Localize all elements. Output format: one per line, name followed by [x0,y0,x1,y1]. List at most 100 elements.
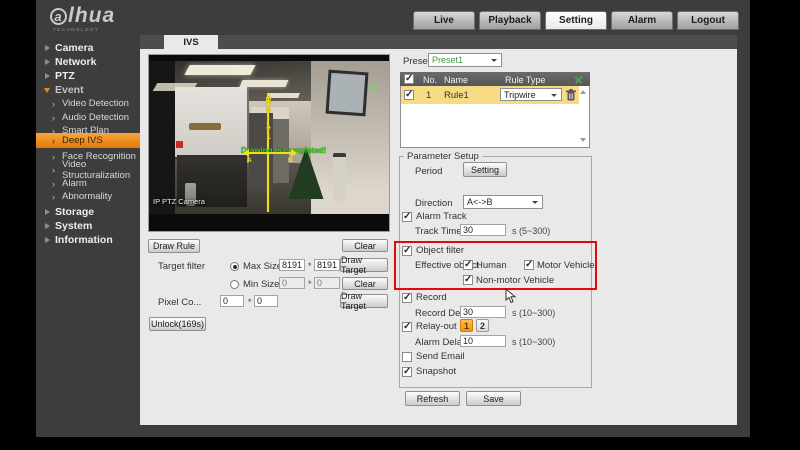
min-size-label: Min Size [243,279,280,290]
rule-name-cell: Rule1 [444,90,469,101]
sidebar-item-video-structuralization[interactable]: › Video Structuralization [36,159,140,181]
direction-label: Direction [415,198,453,209]
direction-a-label: A [247,157,252,164]
relay-out-checkbox[interactable] [402,321,412,332]
column-rule-type: Rule Type [505,75,546,85]
relay-channel-2-button[interactable]: 2 [476,319,489,332]
tripwire-rule-name: Rule1 [264,96,273,141]
sidebar-item-event[interactable]: Event [36,83,140,96]
rule-type-select[interactable]: Tripwire [500,88,562,101]
arrow-right-icon [291,149,297,157]
scroll-up-icon[interactable] [580,90,586,94]
clear-rule-button[interactable]: Clear [342,239,388,252]
max-size-label: Max Size [243,261,283,272]
record-checkbox[interactable] [402,292,412,303]
min-height-input[interactable] [314,277,340,289]
times-separator: * [308,279,312,289]
red-marker [176,141,183,148]
dahua-logo-text: a lhua [50,4,115,28]
arrow-left-icon [243,149,249,157]
pixel-height-input[interactable] [254,295,278,307]
max-size-radio[interactable] [230,262,239,271]
draw-rule-button[interactable]: Draw Rule [148,239,200,253]
chevron-icon: › [52,151,55,162]
camera-osd-label: IP PTZ Camera [153,197,205,206]
chevron-right-icon [45,236,50,243]
tab-logout[interactable]: Logout [677,11,739,30]
tab-ivs[interactable]: IVS [164,35,218,49]
chevron-icon: › [52,135,55,146]
direction-select[interactable]: A<->B [463,195,543,209]
chevron-right-icon [45,44,50,51]
sidebar-item-information[interactable]: Information [36,233,140,246]
min-size-radio[interactable] [230,280,239,289]
annotation-highlight-box [394,241,597,290]
min-width-input[interactable] [279,277,305,289]
delete-rule-icon[interactable] [566,89,576,101]
scroll-down-icon[interactable] [580,138,586,142]
alarm-delay-input[interactable] [460,335,506,347]
record-label: Record [416,292,447,303]
times-separator: * [248,297,252,307]
sidebar-item-abnormality[interactable]: › Abnormality [36,190,140,203]
period-setting-button[interactable]: Setting [463,162,507,177]
save-button[interactable]: Save [466,391,521,406]
record-delay-input[interactable] [460,306,506,318]
rule-enabled-checkbox[interactable] [404,89,414,100]
draw-target-pixel-button[interactable]: Draw Target [340,291,388,311]
alarm-track-label: Alarm Track [416,211,467,222]
sidebar-item-alarm[interactable]: › Alarm [36,177,140,190]
relay-out-label: Relay-out [416,321,457,332]
scene-ceiling-light [152,83,198,91]
direction-arrow-line [249,152,291,154]
chevron-down-icon [44,88,50,93]
sidebar-item-video-detection[interactable]: › Video Detection [36,97,140,110]
relay-channel-1-button[interactable]: 1 [460,319,473,332]
chevron-icon: › [52,98,55,109]
track-time-label: Track Time [415,226,462,237]
times-separator: * [308,261,312,271]
scene-desk-items [189,123,221,130]
period-label: Period [415,166,443,177]
chevron-icon: › [52,191,55,202]
dahua-logo: a lhua TECHNOLOGY [50,4,115,32]
column-name: Name [444,75,469,85]
sidebar-item-audio-detection[interactable]: › Audio Detection [36,111,140,124]
chevron-right-icon [45,72,50,79]
sidebar-item-network[interactable]: Network [36,55,140,68]
preset-select[interactable]: Preset1 [428,53,502,67]
sidebar-item-storage[interactable]: Storage [36,205,140,218]
preset-label: Preset [403,56,431,67]
send-email-checkbox[interactable] [402,352,412,362]
sidebar-item-camera[interactable]: Camera [36,41,140,54]
clear-target-button[interactable]: Clear [342,277,388,290]
snapshot-label: Snapshot [416,366,457,377]
content-tab-bar [140,35,737,49]
chevron-right-icon [45,222,50,229]
alarm-track-checkbox[interactable] [402,211,412,222]
sidebar-item-ptz[interactable]: PTZ [36,69,140,82]
draw-target-button[interactable]: Draw Target [340,255,388,275]
alarm-delay-label: Alarm Delay [415,337,467,348]
tab-alarm[interactable]: Alarm [611,11,673,30]
chevron-right-icon [45,208,50,215]
refresh-button[interactable]: Refresh [405,391,460,406]
unlock-button[interactable]: Unlock(169s) [149,317,206,331]
target-filter-label: Target filter [158,261,205,272]
mouse-cursor [505,288,517,304]
snapshot-checkbox[interactable] [402,366,412,377]
tab-live[interactable]: Live [413,11,475,30]
max-width-input[interactable] [279,259,305,271]
send-email-label: Send Email [416,351,465,362]
tab-setting[interactable]: Setting [545,11,607,30]
select-all-checkbox[interactable] [404,73,414,84]
sidebar-item-deep-ivs[interactable]: › Deep IVS [36,133,140,148]
tab-playback[interactable]: Playback [479,11,541,30]
pixel-counter-label: Pixel Co... [158,297,202,308]
track-time-input[interactable] [460,224,506,236]
sidebar-item-system[interactable]: System [36,219,140,232]
chevron-icon: › [52,164,55,175]
max-height-input[interactable] [314,259,340,271]
pixel-width-input[interactable] [220,295,244,307]
scene-ceiling-light [239,80,289,87]
